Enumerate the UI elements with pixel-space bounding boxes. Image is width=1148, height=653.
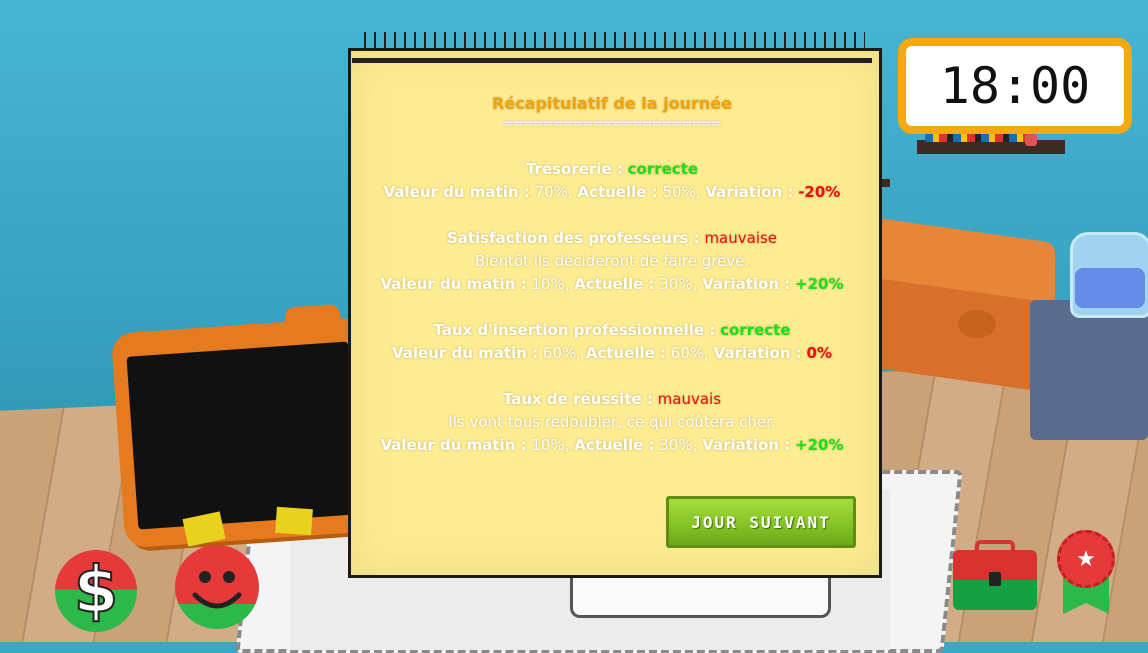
blackboard-tab	[284, 303, 341, 332]
water-cooler	[1030, 300, 1148, 440]
smiley-icon[interactable]	[175, 545, 259, 629]
current-label: Actuelle :	[574, 275, 655, 293]
summary-content: Récapitulatif de la journée ============…	[348, 92, 876, 457]
dollar-glyph: $	[73, 553, 120, 629]
current-label: Actuelle :	[574, 436, 655, 454]
section-status: mauvaise	[704, 229, 778, 247]
morning-value: 60%,	[542, 344, 582, 362]
summary-separator: ======================	[503, 117, 722, 132]
plant-pot	[1025, 134, 1037, 146]
game-clock: 18:00	[898, 38, 1132, 134]
medal-icon[interactable]: ★	[1057, 530, 1115, 614]
section-status: correcte	[720, 321, 791, 339]
section-treasury: Trésorerie : correcte Valeur du matin : …	[348, 158, 876, 204]
section-teacher-satisfaction: Satisfaction des professeurs : mauvaise …	[348, 227, 876, 296]
sticky-note	[275, 506, 313, 536]
morning-value: 10%,	[531, 436, 570, 454]
section-comment: Bientôt ils décideront de faire grève.	[474, 252, 750, 270]
next-day-button[interactable]: JOUR SUIVANT	[666, 496, 856, 548]
section-success-rate: Taux de réussite : mauvais Ils vont tous…	[348, 388, 876, 457]
section-comment: Ils vont tous redoubler, ce qui coûtera …	[448, 413, 776, 431]
section-status: correcte	[627, 160, 699, 178]
current-value: 60%,	[670, 344, 709, 362]
morning-value: 10%,	[531, 275, 570, 293]
morning-label: Valeur du matin :	[380, 436, 527, 454]
current-value: 30%,	[659, 436, 698, 454]
section-name: Trésorerie :	[525, 160, 623, 178]
medal-disc: ★	[1057, 530, 1115, 588]
current-value: 30%,	[659, 275, 698, 293]
clock-time: 18:00	[939, 57, 1091, 115]
sofa-cushion	[958, 310, 996, 338]
current-label: Actuelle :	[585, 344, 666, 362]
smiley-face	[192, 571, 242, 609]
blackboard-surface	[126, 341, 360, 530]
section-employment-rate: Taux d'insertion professionnelle : corre…	[348, 319, 876, 365]
variation-value: -20%	[798, 183, 841, 201]
summary-title: Récapitulatif de la journée	[492, 94, 732, 113]
morning-label: Valeur du matin :	[383, 183, 530, 201]
variation-value: 0%	[806, 344, 833, 362]
briefcase-lock	[989, 572, 1001, 586]
variation-label: Variation :	[702, 275, 791, 293]
section-name: Taux d'insertion professionnelle :	[433, 321, 716, 339]
notepad-spiral-bar	[352, 58, 872, 63]
morning-value: 70%,	[534, 183, 573, 201]
variation-value: +20%	[795, 275, 844, 293]
variation-label: Variation :	[702, 436, 791, 454]
morning-label: Valeur du matin :	[380, 275, 527, 293]
section-name: Taux de réussite :	[502, 390, 653, 408]
section-name: Satisfaction des professeurs :	[446, 229, 700, 247]
variation-value: +20%	[795, 436, 844, 454]
section-status: mauvais	[657, 390, 722, 408]
briefcase-icon[interactable]	[953, 540, 1037, 610]
bookshelf	[917, 140, 1065, 154]
morning-label: Valeur du matin :	[391, 344, 539, 362]
blackboard	[110, 303, 376, 549]
current-label: Actuelle :	[577, 183, 658, 201]
dollar-icon[interactable]: $	[55, 550, 137, 632]
current-value: 50%,	[662, 183, 701, 201]
variation-label: Variation :	[705, 183, 794, 201]
variation-label: Variation :	[713, 344, 802, 362]
water	[1075, 268, 1145, 308]
